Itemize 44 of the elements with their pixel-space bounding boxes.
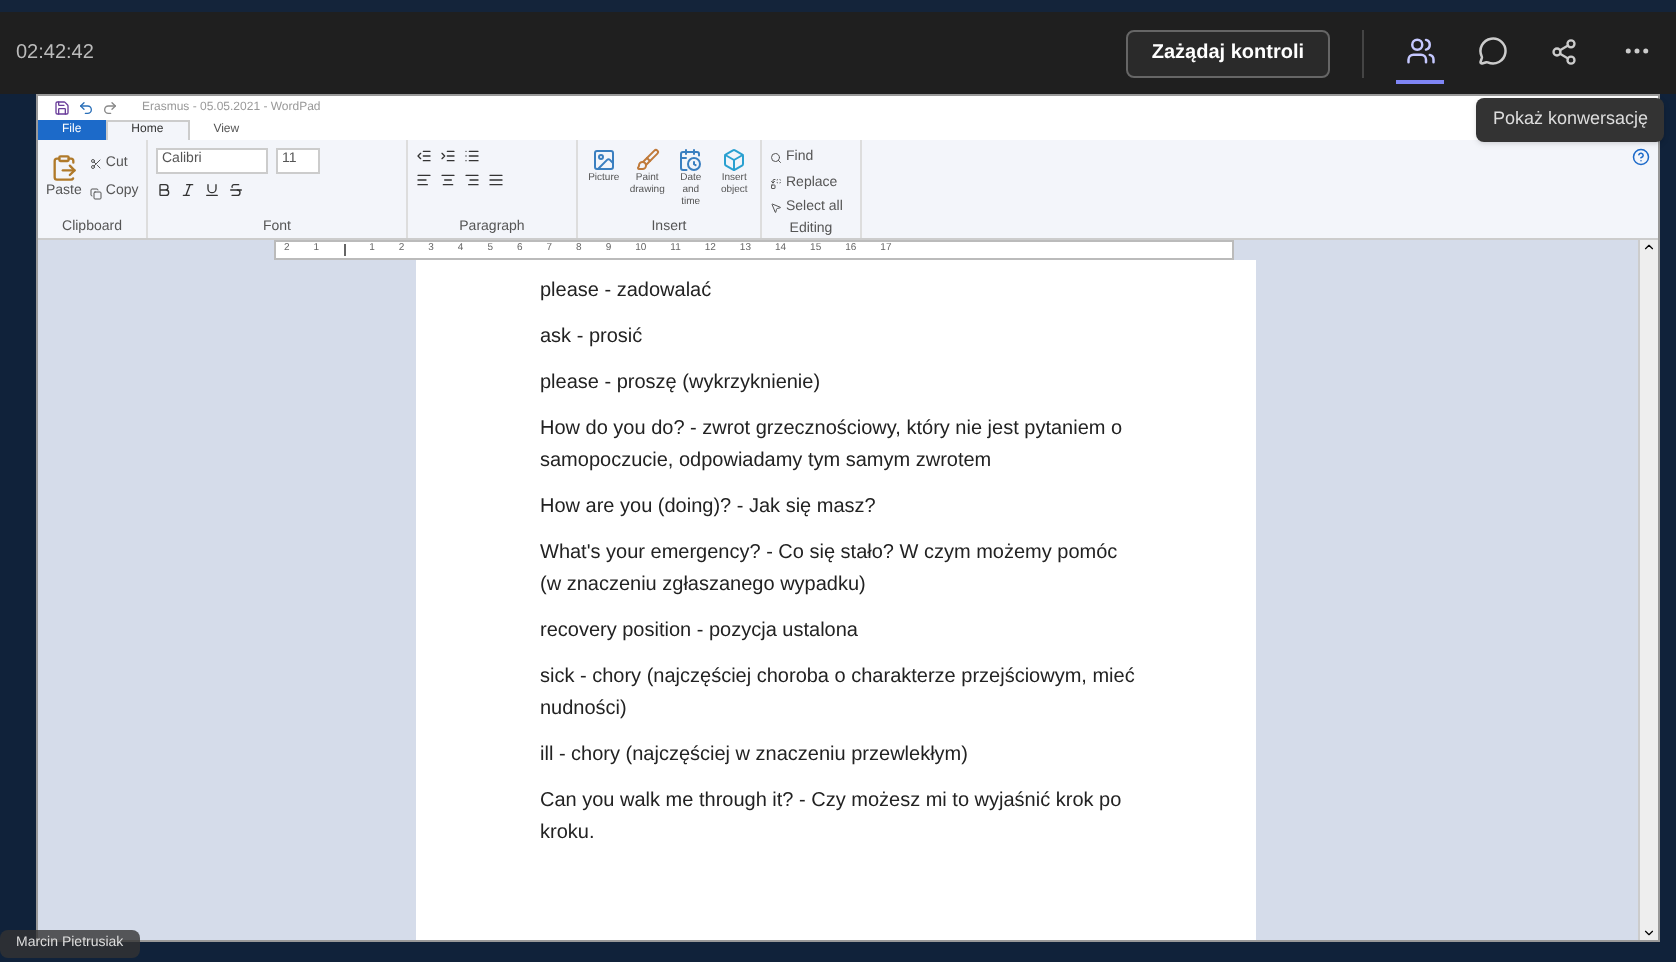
tooltip: Pokaż konwersację	[1476, 98, 1664, 141]
document-paragraph: ill - chory (najczęściej w znaczeniu przewlekłym)	[540, 742, 970, 770]
replace-icon	[770, 177, 782, 190]
align-center-icon[interactable]	[440, 172, 456, 188]
outdent-icon[interactable]	[416, 148, 432, 164]
align-left-icon[interactable]	[416, 172, 432, 188]
pointer-icon	[770, 202, 782, 215]
justify-icon[interactable]	[488, 172, 504, 188]
request-control-button[interactable]: Zażądaj kontroli	[1125, 29, 1330, 77]
document-paragraph: What's your emergency? - Co się stało? W czym możemy pomóc (w znaczeniu zgłaszanego wypadku)	[540, 540, 1120, 600]
document-paragraph: sick - chory (najczęściej choroba o charakterze przejściowym, mieć nudności)	[540, 664, 1137, 724]
undo-icon[interactable]	[78, 100, 94, 116]
align-right-icon[interactable]	[464, 172, 480, 188]
document-paragraph: recovery position - pozycja ustalona	[540, 618, 860, 646]
chat-icon	[1477, 36, 1507, 66]
scroll-up-icon[interactable]	[1642, 240, 1656, 254]
document-paragraph: ask - prosić	[540, 324, 645, 352]
document-paragraph: please - zadowalać	[540, 278, 714, 306]
share-icon	[1550, 37, 1578, 65]
document-paragraph: How are you (doing)? - Jak się masz?	[540, 494, 878, 522]
help-icon[interactable]	[1632, 148, 1650, 166]
brush-icon	[635, 148, 660, 172]
indent-icon[interactable]	[440, 148, 456, 164]
scissors-icon	[89, 158, 102, 170]
scrollbar[interactable]	[1638, 240, 1658, 940]
document-paragraph: please - proszę (wykrzyknienie)	[540, 370, 823, 398]
document-paragraph: Can you walk me through it? - Czy możesz mi to wyjaśnić krok po kroku.	[540, 788, 1124, 848]
italic-icon[interactable]	[180, 181, 196, 197]
underline-icon[interactable]	[204, 181, 220, 197]
search-icon	[770, 152, 782, 165]
clipboard-icon	[49, 154, 78, 182]
scroll-down-icon[interactable]	[1642, 926, 1656, 940]
list-icon[interactable]	[464, 148, 480, 164]
strikethrough-icon[interactable]	[228, 181, 244, 197]
calendar-icon	[678, 148, 703, 172]
save-icon[interactable]	[54, 100, 70, 116]
bold-icon[interactable]	[156, 181, 172, 197]
copy-icon	[89, 187, 102, 199]
cube-icon	[722, 148, 747, 172]
call-timer: 02:42:42	[16, 40, 94, 68]
picture-icon	[591, 148, 616, 172]
people-icon	[1405, 36, 1435, 66]
redo-icon[interactable]	[102, 100, 118, 116]
document-paragraph: How do you do? - zwrot grzecznościowy, który nie jest pytaniem o samopoczucie, odpowiadamy tym samym zwrotem	[540, 416, 1125, 476]
